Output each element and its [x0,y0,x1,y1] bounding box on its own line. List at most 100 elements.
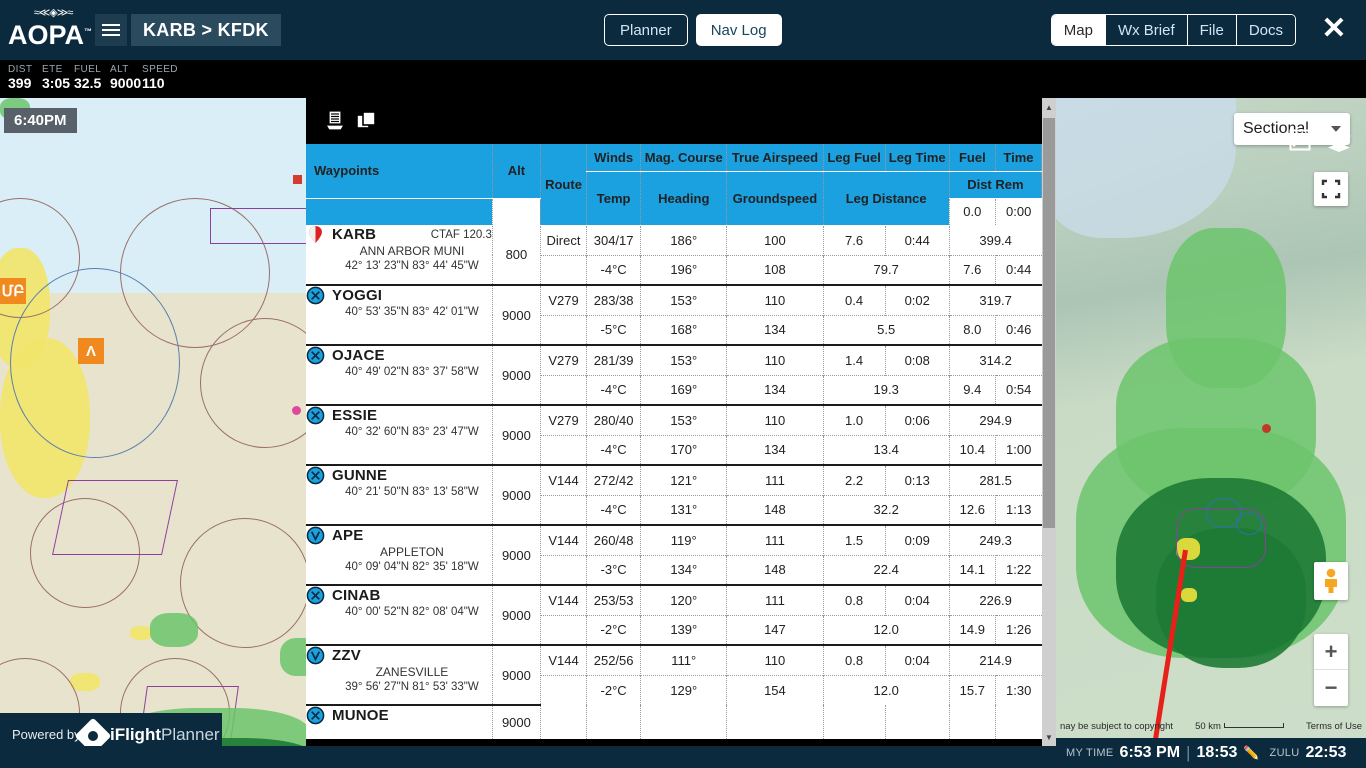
leg-time: 0:04 [885,644,950,675]
waypoint-time: 1:22 [995,554,1042,585]
planner-button[interactable]: Planner [604,14,688,46]
waypoint-cell-gunne[interactable]: GUNNE 40° 21' 50"N 83° 13' 58"W [306,465,493,526]
copy-button[interactable] [354,109,378,133]
waypoint-alt[interactable]: 9000 [492,285,541,346]
waypoint-alt[interactable]: 9000 [492,465,541,526]
leg-true-airspeed: 111 [726,524,824,555]
menu-button[interactable] [95,14,127,46]
map-profile-view-button[interactable] [1288,128,1312,157]
waypoint-cell-zzv[interactable]: ZZV ZANESVILLE 39° 56' 27"N 81° 53' 33"W [306,645,493,706]
waypoint-fuel: 9.4 [949,374,996,405]
col-winds[interactable]: Winds [586,144,642,172]
waypoint-groundspeed: 147 [726,614,824,645]
map-zoom-in-button[interactable]: + [1314,634,1348,670]
tab-file[interactable]: File [1186,15,1236,45]
waypoint-cell-munoe[interactable]: MUNOE [306,705,493,739]
map-urban-area [130,626,152,640]
waypoint-cell-ojace[interactable]: OJACE 40° 49' 02"N 83° 37' 58"W [306,345,493,406]
nav-log-scroll-area[interactable]: Waypoints Alt Route Winds Mag. Course Tr… [306,144,1056,746]
table-row[interactable]: YOGGI 40° 53' 35"N 83° 42' 01"W 9000 V27… [306,284,1042,346]
nav-log-scrollbar[interactable]: ▲ ▼ [1042,98,1056,746]
waypoint-alt[interactable]: 9000 [492,345,541,406]
waypoint-alt[interactable]: 9000 [492,405,541,466]
waypoint-groundspeed: 134 [726,434,824,465]
leg-dist-rem: 399.4 [979,232,1012,248]
table-row[interactable]: MUNOE 9000 [306,705,1042,739]
leg-true-airspeed: 110 [726,404,824,435]
map-left-region[interactable]: Velocity WEATHER [0,98,306,768]
section-tabs: Map Wx Brief File Docs [1050,14,1296,46]
col-alt[interactable]: Alt [492,144,541,199]
col-time[interactable]: Time [995,144,1043,172]
waypoint-fuel: 8.0 [949,314,996,345]
scroll-down-arrow-icon[interactable]: ▼ [1043,730,1055,744]
col-true-airspeed[interactable]: True Airspeed [726,144,824,172]
close-button[interactable]: ✕ [1320,14,1348,44]
leg-time: 0:08 [885,344,950,375]
col-fuel[interactable]: Fuel [949,144,996,172]
map-zoom-out-button[interactable]: − [1314,670,1348,706]
street-view-pegman-button[interactable] [1314,562,1348,600]
bottom-filler-bar [222,746,1056,768]
waypoint-groundspeed: 148 [726,554,824,585]
table-row[interactable]: KARB CTAF 120.3 ANN ARBOR MUNI 42° 13' 2… [306,225,1042,286]
table-row[interactable]: APE APPLETON 40° 09' 04"N 82° 35' 18"W 9… [306,524,1042,586]
wp-route-blank [540,674,588,705]
waypoint-groundspeed: 154 [726,674,824,705]
scrollbar-thumb[interactable] [1043,118,1055,528]
waypoint-cell-cinab[interactable]: CINAB 40° 00' 52"N 82° 08' 04"W [306,585,493,646]
layers-icon [1327,130,1351,152]
col-waypoints[interactable]: Waypoints [306,144,493,199]
tab-wx-brief[interactable]: Wx Brief [1104,15,1187,45]
waypoint-alt[interactable]: 9000 [492,525,541,586]
leg-true-airspeed: 100 [726,225,824,255]
waypoint-cell-yoggi[interactable]: YOGGI 40° 53' 35"N 83° 42' 01"W [306,285,493,346]
col-route[interactable]: Route [540,144,588,226]
leg-fuel-blank [823,705,886,739]
tab-map[interactable]: Map [1051,15,1105,45]
map-layers-button[interactable] [1326,128,1352,157]
waypoint-groundspeed: 148 [726,494,824,525]
waypoint-alt[interactable]: 9000 [492,645,541,706]
waypoint-alt[interactable]: 800 [492,225,541,286]
nav-log-button[interactable]: Nav Log [695,14,782,46]
map-waypoint-marker[interactable] [292,406,301,415]
route-title-badge[interactable]: KARB > KFDK [131,14,281,46]
tab-docs[interactable]: Docs [1235,15,1295,45]
waypoint-cell-essie[interactable]: ESSIE 40° 32' 60"N 83° 23' 47"W [306,405,493,466]
waypoint-heading: 168° [640,314,728,345]
col-groundspeed[interactable]: Groundspeed [726,171,824,226]
aopa-brand-text: AOPA [8,20,85,50]
leg-route-blank [540,705,588,739]
col-leg-distance[interactable]: Leg Distance [823,171,950,226]
map-terms-link[interactable]: Terms of Use [1306,721,1362,732]
table-row[interactable]: ESSIE 40° 32' 60"N 83° 23' 47"W 9000 V27… [306,404,1042,466]
col-mag-course[interactable]: Mag. Course [640,144,728,172]
map-fullscreen-button[interactable] [1314,172,1348,206]
waypoint-alt[interactable]: 9000 [492,705,541,739]
table-row[interactable]: ZZV ZANESVILLE 39° 56' 27"N 81° 53' 33"W… [306,644,1042,706]
table-row[interactable]: GUNNE 40° 21' 50"N 83° 13' 58"W 9000 V14… [306,464,1042,526]
table-row[interactable]: OJACE 40° 49' 02"N 83° 37' 58"W 9000 V27… [306,344,1042,406]
wp-route-blank [540,434,588,465]
col-leg-fuel[interactable]: Leg Fuel [823,144,886,172]
waypoint-cell-ape[interactable]: APE APPLETON 40° 09' 04"N 82° 35' 18"W [306,525,493,586]
scroll-up-arrow-icon[interactable]: ▲ [1043,100,1055,114]
col-temp[interactable]: Temp [586,171,642,226]
map-zoom-controls[interactable]: + − [1314,634,1348,706]
col-leg-time[interactable]: Leg Time [885,144,950,172]
map-time-chip[interactable]: 6:40PM [4,108,77,133]
col-heading[interactable]: Heading [640,171,728,226]
map-airport-chip-2[interactable]: Λ [78,338,104,364]
edit-time-button[interactable]: ✏️ [1243,745,1259,761]
waypoint-groundspeed: 134 [726,374,824,405]
waypoint-alt[interactable]: 9000 [492,585,541,646]
print-button[interactable] [323,109,347,133]
leg-tas-blank [726,705,824,739]
table-row[interactable]: CINAB 40° 00' 52"N 82° 08' 04"W 9000 V14… [306,584,1042,646]
col-dist-rem[interactable]: Dist Rem [949,171,1043,199]
aopa-logo[interactable]: ≈≪◈≫≈ AOPA™ [8,6,96,54]
waypoint-title-row: CINAB [306,586,492,605]
map-airport-chip-1[interactable]: ՄԲ [0,278,26,304]
waypoint-cell-karb[interactable]: KARB CTAF 120.3 ANN ARBOR MUNI 42° 13' 2… [306,225,493,286]
